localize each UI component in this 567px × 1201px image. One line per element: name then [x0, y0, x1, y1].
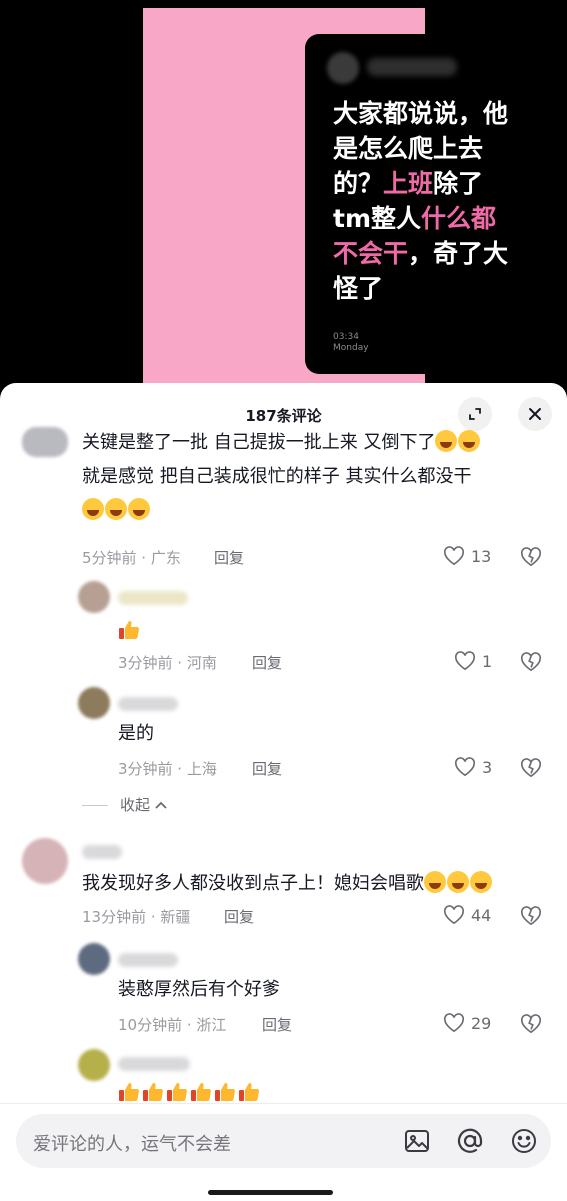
highlighted-text: 什么都	[421, 204, 497, 233]
avatar[interactable]	[78, 1049, 110, 1081]
close-icon	[529, 408, 541, 420]
thumbs-up-emoji	[119, 1083, 140, 1101]
emoji-laughing	[424, 871, 493, 894]
like-button[interactable]: 29	[443, 1013, 491, 1033]
comment-input[interactable]: 爱评论的人，运气不会差	[16, 1114, 551, 1168]
emoji-laughing	[82, 498, 151, 521]
comment-meta: 13分钟前 · 新疆	[82, 908, 191, 926]
post-text: 大家都说说，他	[333, 99, 509, 128]
blurred-username	[118, 697, 178, 711]
post-text: 怪了	[333, 274, 384, 303]
post-text: 的？	[333, 169, 384, 198]
post-text: 除了	[433, 169, 484, 198]
post-image-text-line: 的？上班除了	[333, 166, 533, 201]
reply-button[interactable]: 回复	[252, 758, 282, 779]
dislike-icon[interactable]	[520, 758, 542, 778]
blurred-username	[118, 1057, 190, 1071]
collapse-divider	[82, 805, 108, 806]
blurred-username	[367, 58, 457, 76]
post-text: ，奇了大	[408, 239, 509, 268]
post-text: 是怎么爬上去	[333, 134, 484, 163]
image-icon[interactable]	[403, 1127, 431, 1155]
like-count: 29	[471, 1013, 492, 1033]
avatar[interactable]	[78, 943, 110, 975]
comment-text	[118, 615, 142, 649]
comment-meta: 3分钟前 · 河南	[118, 654, 217, 672]
like-button[interactable]: 44	[443, 905, 491, 925]
comment-text: 是的	[118, 723, 154, 744]
comment-input-placeholder: 爱评论的人，运气不会差	[33, 1134, 231, 1155]
comment-input-bar: 爱评论的人，运气不会差	[0, 1103, 567, 1201]
highlighted-text: 不会干	[333, 239, 409, 268]
comment-text: 关键是整了一批 自己提拔一批上来 又倒下了 就是感觉 把自己装成很忙的样子 其实…	[82, 426, 552, 528]
highlighted-text: 上班	[383, 169, 434, 198]
home-indicator[interactable]	[208, 1190, 333, 1195]
heart-icon	[454, 757, 476, 777]
dislike-icon[interactable]	[520, 906, 542, 926]
post-image-text-line: 怪了	[333, 271, 533, 306]
thumbs-up-emoji	[191, 1083, 212, 1101]
emoji-icon[interactable]	[510, 1127, 538, 1155]
heart-icon	[454, 651, 476, 671]
blurred-username	[82, 845, 122, 859]
like-count: 13	[471, 546, 492, 566]
thumbs-up-emoji	[167, 1083, 188, 1101]
comment-meta: 10分钟前 · 浙江	[118, 1016, 227, 1034]
like-button[interactable]: 1	[454, 651, 492, 671]
like-button[interactable]: 13	[443, 546, 491, 566]
chevron-up-icon	[155, 801, 167, 809]
comment-text: 装憨厚然后有个好爹	[118, 979, 280, 1000]
avatar[interactable]	[22, 427, 68, 457]
dislike-icon[interactable]	[520, 547, 542, 567]
avatar[interactable]	[78, 581, 110, 613]
emoji-laughing	[435, 430, 481, 453]
post-image-text-line: 大家都说说，他	[333, 96, 533, 131]
comment-text: 我发现好多人都没收到点子上！媳妇会唱歌	[82, 867, 552, 901]
collapse-replies-button[interactable]: 收起	[120, 794, 168, 815]
like-count: 3	[482, 757, 493, 777]
comment-meta: 3分钟前 · 上海	[118, 760, 217, 778]
time-label: 03:34	[333, 332, 359, 342]
like-button[interactable]: 3	[454, 757, 492, 777]
dislike-icon[interactable]	[520, 652, 542, 672]
comment-meta: 5分钟前 · 广东	[82, 549, 181, 567]
heart-icon	[443, 905, 465, 925]
reply-button[interactable]: 回复	[224, 906, 254, 927]
comment-text-line: 我发现好多人都没收到点子上！媳妇会唱歌	[82, 873, 424, 894]
avatar[interactable]	[78, 687, 110, 719]
dislike-icon[interactable]	[520, 1014, 542, 1034]
post-image-time: 03:34 Monday	[333, 332, 369, 354]
expand-icon	[469, 408, 481, 420]
post-image-text-line: tm整人什么都	[333, 201, 533, 236]
day-label: Monday	[333, 343, 369, 353]
thumbs-up-emoji	[215, 1083, 236, 1101]
post-text: tm整人	[333, 204, 422, 233]
thumbs-up-emoji	[119, 621, 140, 639]
heart-icon	[443, 1013, 465, 1033]
post-image-text-line: 不会干，奇了大	[333, 236, 533, 271]
reply-button[interactable]: 回复	[252, 652, 282, 673]
comment-text-line: 关键是整了一批 自己提拔一批上来 又倒下了	[82, 432, 436, 453]
collapse-label: 收起	[120, 796, 151, 814]
blurred-username	[118, 953, 178, 967]
post-image-text: 大家都说说，他 是怎么爬上去 的？上班除了 tm整人什么都 不会干，奇了大 怪了	[333, 96, 533, 306]
at-icon[interactable]	[456, 1127, 484, 1155]
video-area[interactable]: 大家都说说，他 是怎么爬上去 的？上班除了 tm整人什么都 不会干，奇了大 怪了 03:3…	[0, 0, 567, 400]
heart-icon	[443, 546, 465, 566]
blurred-avatar	[327, 52, 359, 84]
post-image-card: 大家都说说，他 是怎么爬上去 的？上班除了 tm整人什么都 不会干，奇了大 怪了 03:3…	[305, 34, 552, 374]
reply-button[interactable]: 回复	[262, 1014, 292, 1035]
like-count: 1	[482, 651, 493, 671]
like-count: 44	[471, 905, 492, 925]
thumbs-up-emoji	[143, 1083, 164, 1101]
reply-button[interactable]: 回复	[214, 547, 244, 568]
post-image-frame: 大家都说说，他 是怎么爬上去 的？上班除了 tm整人什么都 不会干，奇了大 怪了 03:3…	[143, 8, 552, 400]
post-image-text-line: 是怎么爬上去	[333, 131, 533, 166]
thumbs-up-emoji	[239, 1083, 260, 1101]
comment-sheet: 187条评论 关键是整了一批 自己提拔一批上来 又倒下了 就是感觉 把自己装成很…	[0, 383, 567, 1200]
blurred-username	[118, 591, 188, 605]
comment-text-line: 就是感觉 把自己装成很忙的样子 其实什么都没干	[82, 466, 472, 487]
avatar[interactable]	[22, 838, 68, 884]
